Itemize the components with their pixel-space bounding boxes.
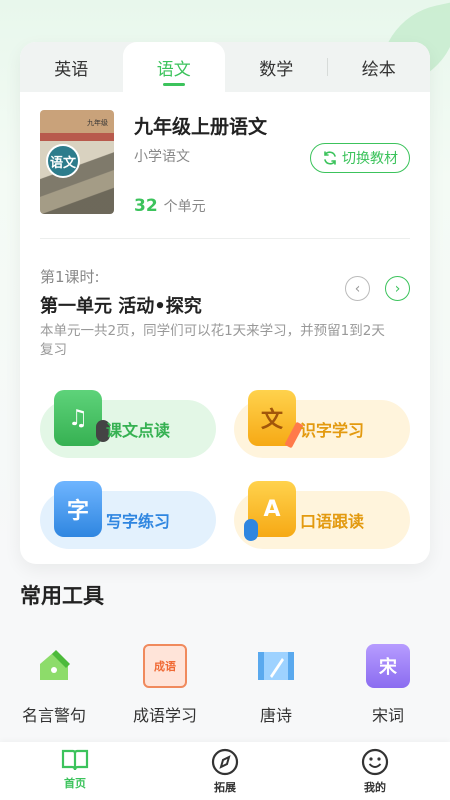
tool-song-ci[interactable]: 宋 宋词: [338, 644, 438, 726]
compass-icon: [211, 748, 239, 776]
lesson-description: 本单元一共2页，同学们可以花1天来学习，并预留1到2天复习: [40, 323, 385, 358]
tabbar-home[interactable]: 首页: [0, 742, 150, 800]
oral-follow-reading-button[interactable]: A 口语跟读: [234, 481, 410, 549]
unit-count: 32 个单元: [134, 196, 206, 216]
active-tab-indicator: [162, 83, 185, 86]
tab-picture-books[interactable]: 绘本: [328, 42, 431, 92]
lesson-label: 第1课时:: [40, 268, 100, 286]
tab-label: 语文: [156, 59, 191, 80]
song-scroll-glyph: 宋: [379, 657, 397, 678]
tabbar-profile[interactable]: 我的: [300, 742, 450, 800]
refresh-icon: [324, 151, 336, 165]
text-reading-button[interactable]: ♫ 课文点读: [40, 390, 216, 458]
music-note-icon: ♫: [54, 390, 102, 446]
cover-grade-text: 九年级: [87, 119, 108, 127]
tabbar-label: 首页: [64, 777, 86, 790]
lesson-title: 第一单元 活动•探究: [40, 296, 202, 317]
bottom-tab-bar: 首页 拓展 我的: [0, 742, 450, 800]
tool-label: 宋词: [371, 706, 404, 725]
character-learning-button[interactable]: 文 识字学习: [234, 390, 410, 458]
subject-tabs: 英语 语文 数学 绘本: [20, 42, 430, 92]
book-title: 九年级上册语文: [134, 116, 268, 138]
idiom-board-icon: 成语: [143, 644, 187, 688]
textbook-card: 英语 语文 数学 绘本 九年级 语文 九年级上册语文 小学语文 切换教材 32 个…: [20, 42, 430, 564]
tab-label: 数学: [259, 59, 294, 80]
song-scroll-icon: 宋: [366, 644, 410, 688]
tool-label: 名言警句: [21, 706, 86, 725]
writing-practice-button[interactable]: 字 写字练习: [40, 481, 216, 549]
book-open-icon: [61, 749, 89, 771]
cover-seal: 语文: [46, 144, 80, 178]
tab-english[interactable]: 英语: [20, 42, 123, 92]
feature-label: 识字学习: [300, 421, 365, 440]
chevron-right-icon: ›: [394, 280, 401, 297]
feature-label: 写字练习: [106, 512, 171, 531]
microphone-icon: [244, 519, 258, 541]
scroll-brush-icon: [254, 644, 298, 688]
tabbar-explore[interactable]: 拓展: [150, 742, 300, 800]
tool-tang-poetry[interactable]: 唐诗: [226, 644, 326, 726]
chevron-left-icon: ‹: [354, 280, 361, 297]
tool-famous-quotes[interactable]: 名言警句: [4, 644, 104, 726]
book-cover[interactable]: 九年级 语文: [40, 110, 114, 214]
tab-chinese[interactable]: 语文: [122, 42, 225, 92]
pencil-house-icon: [32, 644, 76, 688]
feature-label: 课文点读: [106, 421, 171, 440]
divider: [40, 238, 410, 239]
tool-label: 唐诗: [259, 706, 292, 725]
feature-label: 口语跟读: [300, 512, 365, 531]
tools-section-title: 常用工具: [20, 584, 104, 608]
switch-textbook-button[interactable]: 切换教材: [310, 143, 410, 173]
idiom-board-text: 成语: [154, 660, 176, 673]
next-lesson-button[interactable]: ›: [385, 276, 410, 301]
switch-textbook-label: 切换教材: [342, 151, 398, 167]
previous-lesson-button[interactable]: ‹: [345, 276, 370, 301]
tab-math[interactable]: 数学: [225, 42, 328, 92]
tabbar-label: 我的: [364, 781, 386, 794]
tab-label: 绘本: [361, 59, 396, 80]
tab-label: 英语: [54, 59, 89, 80]
tabbar-label: 拓展: [214, 781, 236, 794]
tool-idiom-learning[interactable]: 成语 成语学习: [115, 644, 215, 726]
unit-count-number: 32: [134, 196, 158, 216]
smiley-icon: [361, 748, 389, 776]
writing-icon: 字: [54, 481, 102, 537]
tool-label: 成语学习: [132, 706, 197, 725]
unit-count-suffix: 个单元: [163, 199, 206, 215]
book-subtitle: 小学语文: [134, 149, 190, 165]
